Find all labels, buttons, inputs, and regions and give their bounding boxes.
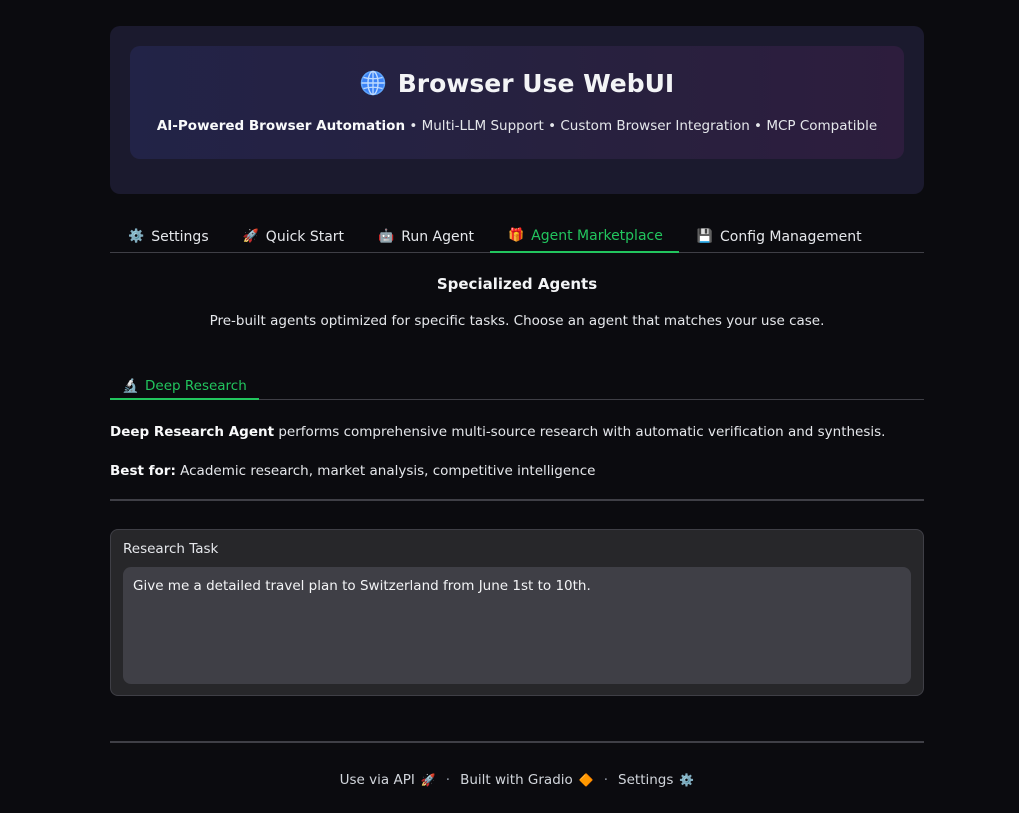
api-link-label: Use via API: [339, 772, 415, 788]
microscope-icon: 🔬: [122, 377, 139, 394]
footer-settings-link[interactable]: Settings ⚙️: [618, 772, 694, 788]
settings-link-label: Settings: [618, 772, 674, 788]
gradio-logo-icon: 🔶: [578, 773, 594, 787]
marketplace-title: Specialized Agents: [436, 275, 598, 293]
best-for-text: Academic research, market analysis, comp…: [175, 463, 596, 479]
header-panel: Browser Use WebUI AI-Powered Browser Aut…: [110, 26, 924, 194]
gear-icon: ⚙️: [128, 229, 145, 244]
agent-tabs: 🔬 Deep Research: [110, 373, 924, 400]
divider: [110, 499, 924, 501]
research-task-input[interactable]: [123, 567, 911, 684]
tab-quick-start[interactable]: 🚀 Quick Start: [225, 220, 360, 253]
footer-separator: ·: [603, 772, 609, 788]
tab-config-management[interactable]: 💾 Config Management: [679, 220, 878, 253]
app-container: Browser Use WebUI AI-Powered Browser Aut…: [110, 26, 924, 788]
gift-icon: 🎁: [507, 228, 525, 243]
tab-label: Deep Research: [145, 377, 247, 394]
tab-deep-research[interactable]: 🔬 Deep Research: [110, 373, 259, 400]
robot-icon: 🤖: [378, 229, 395, 244]
subtitle-features: • Multi-LLM Support • Custom Browser Int…: [405, 118, 878, 134]
tab-label: Run Agent: [401, 228, 474, 245]
tab-label: Quick Start: [265, 228, 345, 245]
tab-label: Agent Marketplace: [531, 227, 663, 244]
footer: Use via API 🚀 · Built with Gradio 🔶 · Sett…: [110, 772, 924, 788]
agent-description: Deep Research Agent performs comprehensi…: [110, 424, 924, 440]
tab-settings[interactable]: ⚙️ Settings: [110, 220, 225, 253]
agent-best-for: Best for: Academic research, market anal…: [110, 463, 924, 479]
use-via-api-link[interactable]: Use via API 🚀: [340, 772, 436, 788]
research-task-panel: Research Task: [110, 529, 924, 696]
tab-run-agent[interactable]: 🤖 Run Agent: [360, 220, 490, 253]
tab-agent-marketplace[interactable]: 🎁 Agent Marketplace: [489, 220, 679, 253]
main-tabs: ⚙️ Settings 🚀 Quick Start 🤖 Run Agent 🎁 …: [110, 220, 924, 253]
header-banner: Browser Use WebUI AI-Powered Browser Aut…: [130, 46, 904, 159]
agent-name: Deep Research Agent: [110, 424, 275, 440]
subtitle-highlight: AI-Powered Browser Automation: [156, 118, 406, 134]
gradio-link-label: Built with Gradio: [460, 772, 573, 788]
globe-icon: [360, 70, 386, 96]
best-for-label: Best for:: [110, 463, 176, 479]
app-title-text: Browser Use WebUI: [397, 68, 675, 98]
floppy-disk-icon: 💾: [696, 229, 714, 244]
footer-separator: ·: [445, 772, 451, 788]
research-task-label: Research Task: [123, 541, 219, 557]
gear-icon: ⚙️: [679, 773, 695, 787]
rocket-icon: 🚀: [242, 229, 259, 244]
app-subtitle: AI-Powered Browser Automation • Multi-LL…: [130, 118, 904, 134]
tab-label: Settings: [151, 228, 209, 245]
tab-label: Config Management: [720, 228, 862, 245]
agent-description-text: performs comprehensive multi-source rese…: [274, 424, 886, 440]
built-with-gradio-link[interactable]: Built with Gradio 🔶: [460, 772, 594, 788]
footer-divider: [110, 741, 924, 743]
rocket-icon: 🚀: [420, 773, 436, 787]
app-title: Browser Use WebUI: [130, 68, 904, 98]
marketplace-description: Pre-built agents optimized for specific …: [209, 313, 825, 329]
